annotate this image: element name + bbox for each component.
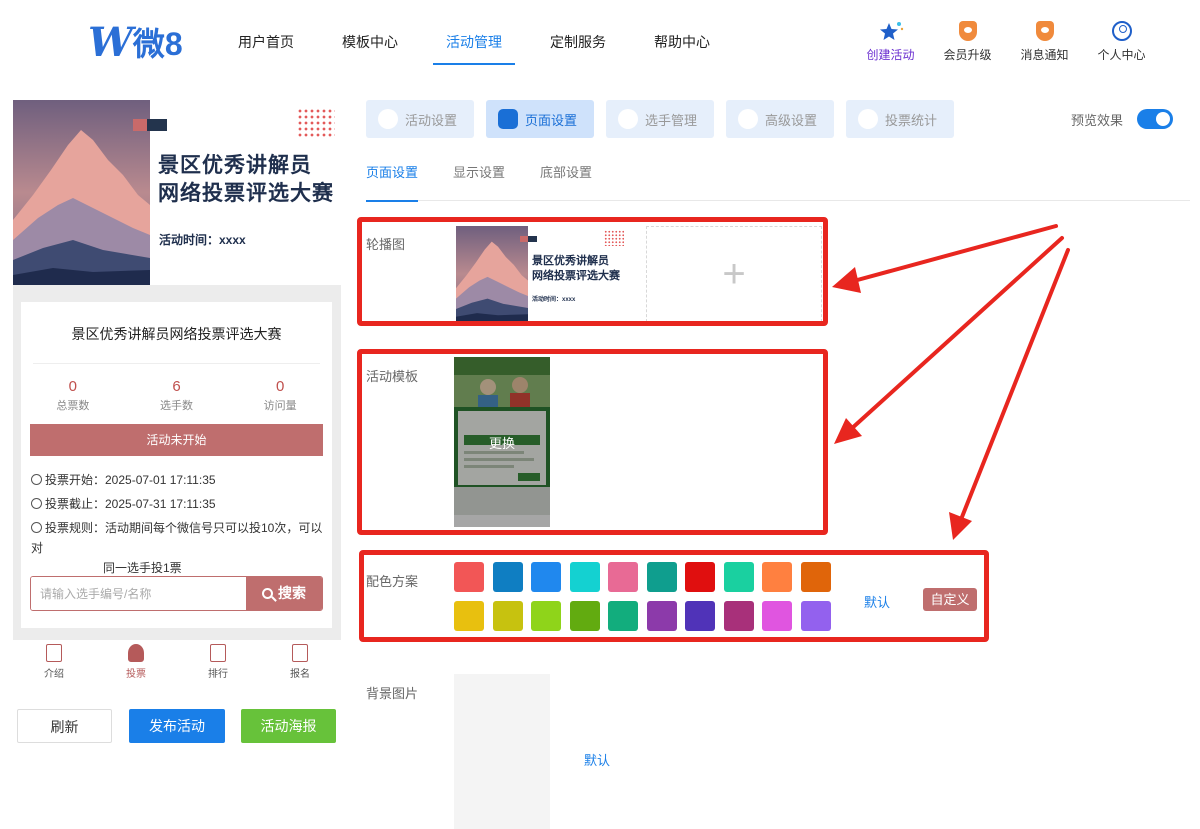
nav-home[interactable]: 用户首页 xyxy=(214,0,318,84)
bottom-nav-intro[interactable]: 介绍 xyxy=(13,640,95,684)
document-icon xyxy=(46,644,62,662)
vote-end-info: 投票截止：2025-07-31 17:11:35 xyxy=(31,494,216,514)
member-upgrade-button[interactable]: 会员升级 xyxy=(929,20,1006,63)
user-icon xyxy=(1111,21,1132,41)
vote-rule-info: 投票规则：活动期间每个微信号只可以投10次，可以对 同一选手投1票 xyxy=(31,521,323,575)
tab-footer-settings[interactable]: 底部设置 xyxy=(540,160,592,201)
logo[interactable]: W 微8 xyxy=(88,18,183,66)
logo-text: 微8 xyxy=(132,26,183,62)
search-icon xyxy=(262,588,273,599)
heart-icon xyxy=(378,109,398,129)
banner-title: 景区优秀讲解员 网络投票评选大赛 xyxy=(158,154,334,205)
sliders-icon xyxy=(738,109,758,129)
person-icon xyxy=(128,644,144,662)
preview-toggle-label: 预览效果 xyxy=(1071,113,1124,128)
contestant-search: 搜索 xyxy=(30,576,323,611)
bottom-nav-vote[interactable]: 投票 xyxy=(95,640,177,684)
nav-activities[interactable]: 活动管理 xyxy=(422,0,526,84)
id-card-icon xyxy=(292,644,308,662)
member-upgrade-label: 会员升级 xyxy=(943,48,992,62)
vote-start-info: 投票开始：2025-07-01 17:11:35 xyxy=(31,470,216,490)
bell-badge-icon xyxy=(1035,21,1054,41)
background-image-label: 背景图片 xyxy=(366,686,419,701)
divider xyxy=(33,363,320,364)
main-nav: 用户首页 模板中心 活动管理 定制服务 帮助中心 xyxy=(214,0,734,84)
arrow-to-template xyxy=(848,236,1064,432)
step-advanced[interactable]: 高级设置 xyxy=(726,100,834,138)
badge-icon xyxy=(958,21,977,41)
publish-button[interactable]: 发布活动 xyxy=(129,709,225,743)
refresh-button[interactable]: 刷新 xyxy=(17,709,112,743)
banner-time: 活动时间：xxxx xyxy=(159,233,246,247)
background-image-thumbnail[interactable] xyxy=(454,674,550,829)
preview-bottom-nav: 介绍 投票 排行 报名 xyxy=(13,640,341,684)
nav-templates[interactable]: 模板中心 xyxy=(318,0,422,84)
search-input[interactable] xyxy=(31,577,247,610)
activity-status-bar: 活动未开始 xyxy=(30,424,323,456)
arrow-to-carousel xyxy=(848,224,1058,284)
nav-custom-service[interactable]: 定制服务 xyxy=(526,0,630,84)
stat-visits: 0 访问量 xyxy=(263,378,297,412)
decor-block-navy xyxy=(147,119,167,131)
preview-toggle[interactable] xyxy=(1137,109,1173,129)
arrow-to-colors xyxy=(958,248,1070,524)
decor-dots xyxy=(297,108,335,138)
sub-tabs: 页面设置 显示设置 底部设置 xyxy=(366,160,1190,202)
preview-banner: 景区优秀讲解员 网络投票评选大赛 活动时间：xxxx xyxy=(13,100,341,285)
logo-mark: W xyxy=(88,18,133,66)
clock-icon xyxy=(31,498,42,509)
notifications-button[interactable]: 消息通知 xyxy=(1006,20,1083,63)
bottom-nav-ranking[interactable]: 排行 xyxy=(177,640,259,684)
poster-button[interactable]: 活动海报 xyxy=(241,709,336,743)
step-page-settings[interactable]: 页面设置 xyxy=(486,100,594,138)
clock-icon xyxy=(31,474,42,485)
highlight-box-colors xyxy=(359,550,989,642)
step-contestants[interactable]: 选手管理 xyxy=(606,100,714,138)
info-icon xyxy=(31,522,42,533)
stat-contestants: 6 选手数 xyxy=(160,378,193,412)
layout-icon xyxy=(498,109,518,129)
nav-help[interactable]: 帮助中心 xyxy=(630,0,734,84)
bottom-nav-signup[interactable]: 报名 xyxy=(259,640,341,684)
arrow-head-template xyxy=(834,418,862,444)
background-default-button[interactable]: 默认 xyxy=(584,750,610,769)
mobile-preview: 景区优秀讲解员 网络投票评选大赛 活动时间：xxxx 景区优秀讲解员网络投票评选… xyxy=(13,100,341,640)
star-icon xyxy=(852,20,929,42)
activity-card: 景区优秀讲解员网络投票评选大赛 0 总票数 6 选手数 0 访问量 活动未开始 … xyxy=(21,302,332,628)
step-activity-settings[interactable]: 活动设置 xyxy=(366,100,474,138)
list-icon xyxy=(858,109,878,129)
arrow-head-colors xyxy=(949,512,972,540)
action-buttons: 刷新 发布活动 活动海报 xyxy=(17,709,336,743)
bar-chart-icon xyxy=(210,644,226,662)
search-button[interactable]: 搜索 xyxy=(246,577,322,610)
stat-total-votes: 0 总票数 xyxy=(56,378,90,412)
header-tools: 创建活动 会员升级 消息通知 个人中心 xyxy=(852,20,1160,63)
notifications-label: 消息通知 xyxy=(1020,48,1069,62)
profile-label: 个人中心 xyxy=(1097,48,1146,62)
stats-row: 0 总票数 6 选手数 0 访问量 xyxy=(21,378,332,413)
tab-page-settings[interactable]: 页面设置 xyxy=(366,160,419,202)
highlight-box-template xyxy=(357,349,828,535)
activity-title: 景区优秀讲解员网络投票评选大赛 xyxy=(71,326,282,342)
step-statistics[interactable]: 投票统计 xyxy=(846,100,954,138)
highlight-box-carousel xyxy=(357,217,828,326)
profile-button[interactable]: 个人中心 xyxy=(1083,20,1160,63)
mountain-image xyxy=(13,100,150,285)
settings-steps: 活动设置 页面设置 选手管理 高级设置 投票统计 xyxy=(366,100,966,138)
top-header: W 微8 用户首页 模板中心 活动管理 定制服务 帮助中心 创建活动 会员升级 … xyxy=(0,0,1200,84)
arrow-head-carousel xyxy=(832,267,861,293)
person-icon xyxy=(618,109,638,129)
decor-block-red xyxy=(133,119,147,131)
create-activity-label: 创建活动 xyxy=(866,48,915,62)
create-activity-button[interactable]: 创建活动 xyxy=(852,20,929,63)
tab-display-settings[interactable]: 显示设置 xyxy=(453,160,505,201)
